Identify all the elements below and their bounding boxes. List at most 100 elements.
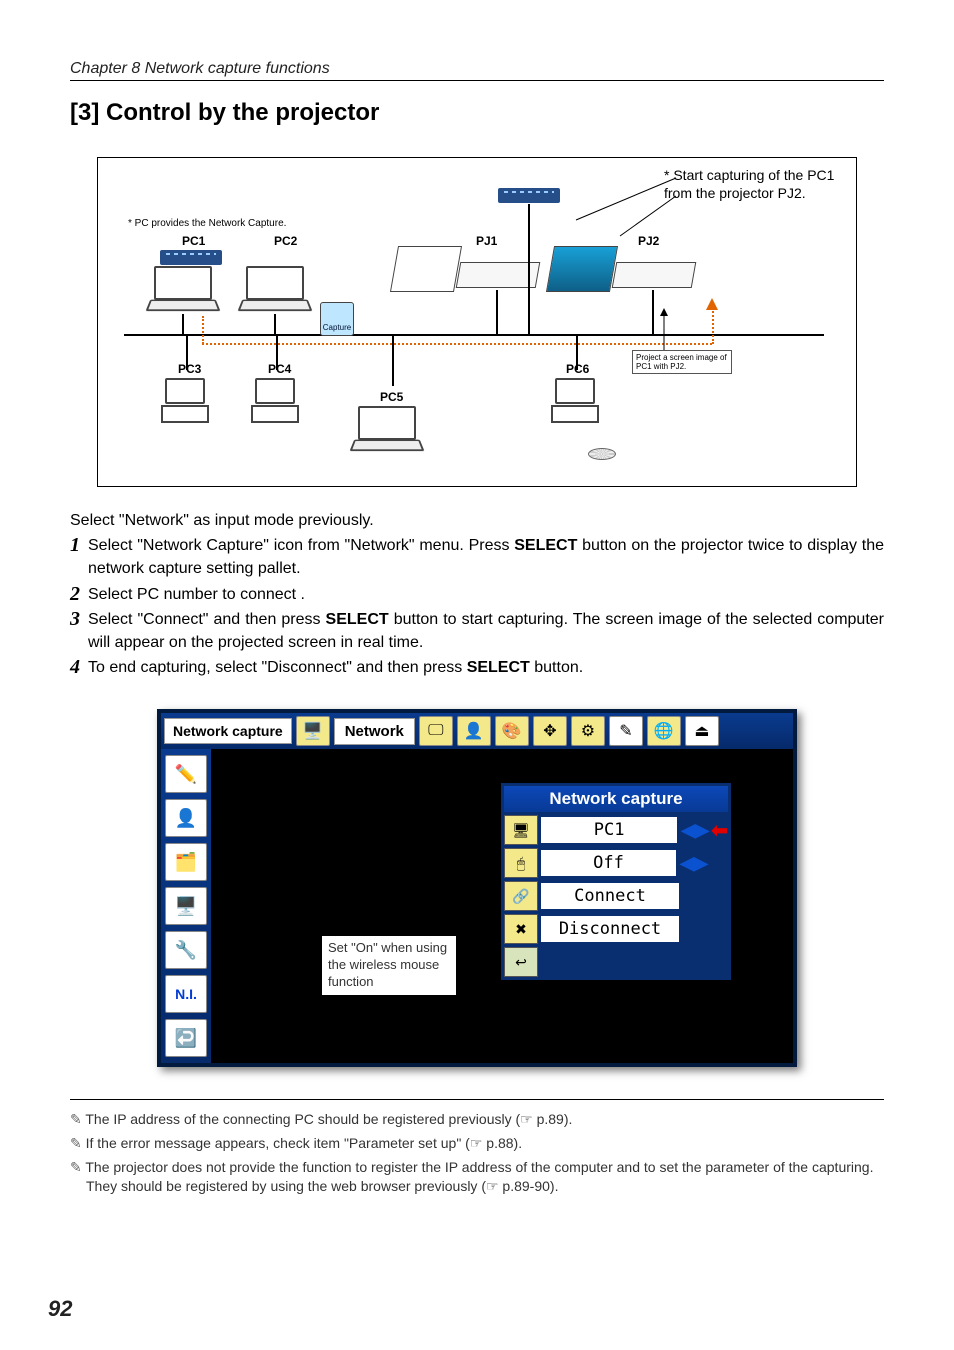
network-diagram: * Start capturing of the PC1 from the pr… xyxy=(97,157,857,487)
label-pj2: PJ2 xyxy=(638,234,659,248)
menu-title-box: Network capture xyxy=(164,718,292,744)
diagram-callout-start: * Start capturing of the PC1 from the pr… xyxy=(664,166,844,202)
pc4-icon xyxy=(250,378,300,428)
menu-group-label: Network xyxy=(334,718,415,745)
label-pc5: PC5 xyxy=(380,390,403,404)
side-icon-capture: 🖥️ xyxy=(165,887,207,925)
menu-icon-network: 🌐 xyxy=(647,716,681,746)
drop-pc1 xyxy=(182,314,184,334)
side-icon-person: 👤 xyxy=(165,799,207,837)
diagram-note-pc-provides: * PC provides the Network Capture. xyxy=(128,218,286,229)
netcap-value-disconnect: Disconnect xyxy=(541,916,679,942)
netcap-cursor-arrow: ⬅ xyxy=(711,818,728,843)
capture-chip-icon: Capture xyxy=(320,302,354,336)
projector-menu-screenshot: Network capture 🖥️ Network 🖵 👤 🎨 ✥ ⚙ ✎ 🌐… xyxy=(157,709,797,1067)
netcap-value-connect: Connect xyxy=(541,883,679,909)
network-capture-panel: Network capture 🖥 PC1 ◀▶ ⬅ 🖱 Off ◀▶ 🔗 Co… xyxy=(501,783,731,980)
label-pc1: PC1 xyxy=(182,234,205,248)
drop-pc2 xyxy=(274,314,276,334)
pc1-icon xyxy=(154,266,218,312)
netcap-icon-connect: 🔗 xyxy=(504,881,538,911)
menu-top-bar: Network capture 🖥️ Network 🖵 👤 🎨 ✥ ⚙ ✎ 🌐… xyxy=(161,713,793,749)
pc2-icon xyxy=(246,266,310,312)
netcap-value-off: Off xyxy=(541,850,676,876)
netcap-icon-mouse: 🖱 xyxy=(504,848,538,878)
menu-body: ✏️ 👤 🗂️ 🖥️ 🔧 N.I. ↩️ Set "On" when using… xyxy=(161,749,793,1063)
capture-path-arrow xyxy=(706,298,718,310)
pj1-body xyxy=(458,262,538,298)
side-icon-ni: N.I. xyxy=(165,975,207,1013)
menu-icon-wand: ✎ xyxy=(609,716,643,746)
hub-pc1-icon xyxy=(160,250,222,265)
side-icon-tool: 🔧 xyxy=(165,931,207,969)
drop-pj2 xyxy=(652,290,654,334)
pc6-icon xyxy=(550,378,600,428)
netcap-value-pc: PC1 xyxy=(541,817,677,843)
menu-callout-on: Set "On" when using the wireless mouse f… xyxy=(321,935,457,996)
step-4: To end capturing, select "Disconnect" an… xyxy=(70,656,884,679)
capture-path-v1 xyxy=(202,316,204,344)
menu-icon-person: 👤 xyxy=(457,716,491,746)
netcap-row-off: 🖱 Off ◀▶ xyxy=(504,848,728,878)
pj1-screen xyxy=(390,246,462,292)
menu-icon-setting: ⚙ xyxy=(571,716,605,746)
callout-pointer-lines xyxy=(568,172,678,242)
cd-icon xyxy=(588,448,616,460)
side-icon-back: ↩️ xyxy=(165,1019,207,1057)
step-4-pre: To end capturing, select "Disconnect" an… xyxy=(88,659,467,676)
label-pc2: PC2 xyxy=(274,234,297,248)
step-2: Select PC number to connect . xyxy=(70,583,884,606)
pj2-screen xyxy=(546,246,618,292)
netcap-row-pc: 🖥 PC1 ◀▶ ⬅ xyxy=(504,815,728,845)
step-3-bold: SELECT xyxy=(326,611,389,628)
menu-icon-exit: ⏏ xyxy=(685,716,719,746)
intro-text: Select "Network" as input mode previousl… xyxy=(70,509,884,532)
menu-icon-arrows: ✥ xyxy=(533,716,567,746)
netcap-arrows-off: ◀▶ xyxy=(679,853,709,874)
label-pc4: PC4 xyxy=(268,362,291,376)
step-4-bold: SELECT xyxy=(467,659,530,676)
side-icon-wand: ✏️ xyxy=(165,755,207,793)
menu-icon-pc: 🖥️ xyxy=(296,716,330,746)
footnote-2: If the error message appears, check item… xyxy=(70,1134,884,1154)
step-3-pre: Select "Connect" and then press xyxy=(88,611,326,628)
network-backbone-line xyxy=(124,334,824,336)
drop-hub xyxy=(528,204,530,334)
step-1-pre: Select "Network Capture" icon from "Netw… xyxy=(88,537,514,554)
netcap-icon-disconnect: ✖ xyxy=(504,914,538,944)
netcap-row-disconnect: ✖ Disconnect xyxy=(504,914,728,944)
steps-list: Select "Network Capture" icon from "Netw… xyxy=(70,534,884,679)
footnotes: The IP address of the connecting PC shou… xyxy=(70,1099,884,1196)
step-1-bold: SELECT xyxy=(514,537,577,554)
netcap-row-connect: 🔗 Connect xyxy=(504,881,728,911)
chapter-header: Chapter 8 Network capture functions xyxy=(70,60,884,81)
step-4-post: button. xyxy=(530,659,583,676)
hub-top-icon xyxy=(498,188,560,203)
menu-sidebar: ✏️ 👤 🗂️ 🖥️ 🔧 N.I. ↩️ xyxy=(161,749,211,1063)
netcap-icon-pc: 🖥 xyxy=(504,815,538,845)
diagram-project-box: Project a screen image of PC1 with PJ2. xyxy=(632,350,732,374)
capture-path-h xyxy=(202,343,712,345)
footnote-1: The IP address of the connecting PC shou… xyxy=(70,1110,884,1130)
menu-icon-palette: 🎨 xyxy=(495,716,529,746)
netcap-icon-back: ↩ xyxy=(504,947,538,977)
pc5-icon xyxy=(358,406,422,452)
menu-main-area: Set "On" when using the wireless mouse f… xyxy=(211,749,793,1063)
capture-path-v2 xyxy=(712,308,714,344)
label-pj1: PJ1 xyxy=(476,234,497,248)
section-heading: [3] Control by the projector xyxy=(70,99,884,127)
label-pc6: PC6 xyxy=(566,362,589,376)
step-2-pre: Select PC number to connect . xyxy=(88,586,305,603)
drop-pc5 xyxy=(392,334,394,386)
pj2-body xyxy=(614,262,694,298)
step-1: Select "Network Capture" icon from "Netw… xyxy=(70,534,884,580)
netcap-row-end: ↩ xyxy=(504,947,728,977)
pc3-icon xyxy=(160,378,210,428)
menu-icon-monitor: 🖵 xyxy=(419,716,453,746)
page-number: 92 xyxy=(48,1296,72,1322)
drop-pj1 xyxy=(496,290,498,334)
side-icon-card: 🗂️ xyxy=(165,843,207,881)
project-box-pointer xyxy=(658,308,698,352)
netcap-arrows-pc: ◀▶ xyxy=(680,820,710,841)
netcap-panel-title: Network capture xyxy=(504,786,728,812)
